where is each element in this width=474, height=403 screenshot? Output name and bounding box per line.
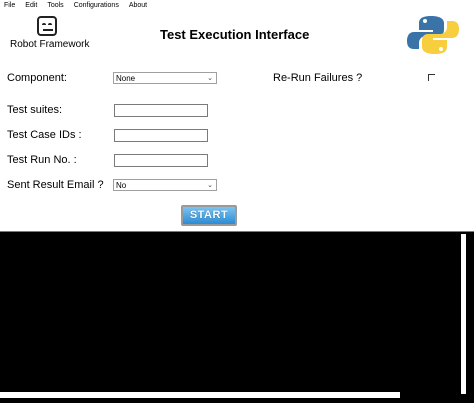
python-logo-icon	[407, 16, 459, 54]
chevron-down-icon: ⌄	[207, 75, 213, 82]
vertical-scrollbar[interactable]	[461, 234, 466, 394]
component-label: Component:	[7, 72, 67, 84]
robot-framework-logo: Robot Framework	[10, 15, 90, 55]
sent-email-value: No	[116, 181, 127, 190]
menu-configurations[interactable]: Configurations	[74, 0, 119, 12]
sent-email-select[interactable]: No ⌄	[113, 179, 217, 191]
chevron-down-icon: ⌄	[207, 182, 213, 189]
menu-bar: File Edit Tools Configurations About	[0, 0, 474, 12]
component-value: None	[116, 74, 136, 83]
menu-edit[interactable]: Edit	[25, 0, 37, 12]
rerun-failures-checkbox[interactable]	[428, 74, 435, 81]
rerun-failures-label: Re-Run Failures ?	[273, 72, 363, 84]
output-console	[0, 231, 474, 403]
page-title: Test Execution Interface	[160, 27, 310, 42]
test-suites-label: Test suites:	[7, 104, 63, 116]
logo-text: Robot Framework	[10, 39, 90, 50]
start-button[interactable]: START	[181, 205, 237, 226]
robot-icon	[37, 16, 57, 36]
test-case-ids-input[interactable]	[114, 129, 208, 142]
menu-tools[interactable]: Tools	[47, 0, 63, 12]
test-case-ids-label: Test Case IDs :	[7, 129, 82, 141]
test-run-label: Test Run No. :	[7, 154, 77, 166]
menu-about[interactable]: About	[129, 0, 147, 12]
sent-email-label: Sent Result Email ?	[7, 179, 104, 191]
component-select[interactable]: None ⌄	[113, 72, 217, 84]
test-suites-input[interactable]	[114, 104, 208, 117]
horizontal-scrollbar[interactable]	[0, 392, 400, 398]
menu-file[interactable]: File	[4, 0, 15, 12]
test-run-input[interactable]	[114, 154, 208, 167]
